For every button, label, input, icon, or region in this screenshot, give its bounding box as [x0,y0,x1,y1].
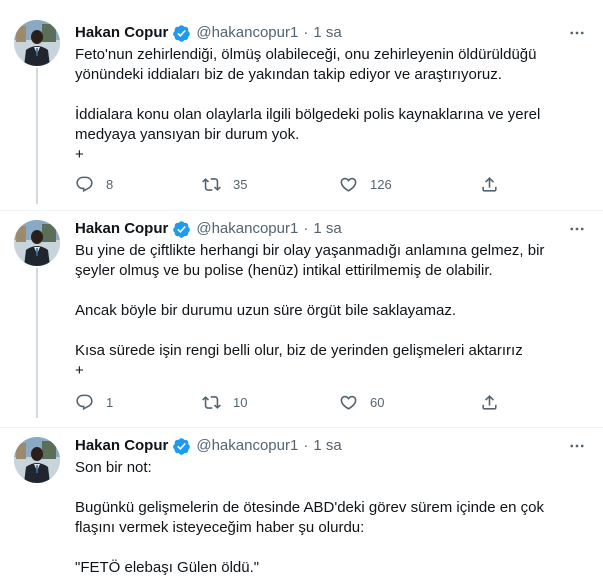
tweet-line: Feto'nun zehirlendiği, ölmüş olabileceği… [75,46,537,63]
like-button[interactable]: 60 [339,393,384,412]
reply-count: 1 [106,395,114,410]
reply-icon [76,176,93,193]
handle[interactable]: @hakancopur1 [196,23,298,43]
tweet-line: Kısa sürede işin rengi belli olur, biz d… [75,342,523,359]
tweet-line: Ancak böyle bir durumu uzun süre örgüt b… [75,302,457,319]
tweet-text: Son bir not: Bugünkü gelişmelerin de öte… [75,458,585,578]
display-name[interactable]: Hakan Copur [75,219,168,239]
verified-badge-icon [173,437,191,455]
avatar-image [14,437,60,483]
avatar[interactable] [14,437,60,483]
like-count: 126 [370,177,392,192]
like-button[interactable]: 126 [339,175,392,194]
tweet-2[interactable]: Hakan Copur @hakancopur1 · 1 sa Bu yine … [0,211,603,427]
reply-button[interactable]: 8 [75,175,113,194]
timestamp[interactable]: 1 sa [313,219,341,239]
like-count: 60 [370,395,385,410]
tweet-line: Bu yine de çiftlikte herhangi bir olay y… [75,242,545,259]
retweet-button[interactable]: 10 [202,393,247,412]
timestamp[interactable]: 1 sa [313,23,341,43]
tweet-text: Feto'nun zehirlendiği, ölmüş olabileceği… [75,45,585,165]
tweet-line: İddialara konu olan olaylarla ilgili böl… [75,106,541,123]
more-options-icon[interactable] [567,436,587,456]
retweet-count: 10 [233,395,248,410]
tweet-1[interactable]: Hakan Copur @hakancopur1 · 1 sa Feto'nun… [0,0,603,210]
more-options-icon[interactable] [567,219,587,239]
tweet-line: + [75,362,84,379]
avatar-image [14,20,60,66]
tweet-line: flaşını vermek isteyeceğim haber şu olur… [75,519,365,536]
avatar[interactable] [14,220,60,266]
separator-dot: · [303,220,309,237]
handle[interactable]: @hakancopur1 [196,436,298,456]
retweet-button[interactable]: 35 [202,175,247,194]
tweet-line: Bugünkü gelişmelerin de ötesinde ABD'dek… [75,499,544,516]
retweet-count: 35 [233,177,248,192]
tweet-line: "FETÖ elebaşı Gülen öldü." [75,559,260,576]
heart-icon [340,177,357,192]
retweet-icon [202,178,221,191]
reply-count: 8 [106,177,114,192]
tweet-3[interactable]: Hakan Copur @hakancopur1 · 1 sa Son bir … [0,428,603,585]
tweet-line: + [75,146,84,163]
verified-badge-icon [173,24,191,42]
separator-dot: · [303,437,309,454]
tweet-line: şeyler olmuş ve bu polise (henüz) intika… [75,262,493,279]
share-button[interactable] [480,393,499,412]
tweet-line: yönündeki iddiaları biz de yakından taki… [75,66,502,83]
share-icon [482,395,497,410]
display-name[interactable]: Hakan Copur [75,23,168,43]
timestamp[interactable]: 1 sa [313,436,341,456]
share-button[interactable] [480,175,499,194]
share-icon [482,177,497,192]
verified-badge-icon [173,220,191,238]
reply-button[interactable]: 1 [75,393,113,412]
tweet-line: Son bir not: [75,459,152,476]
avatar-image [14,220,60,266]
avatar[interactable] [14,20,60,66]
retweet-icon [202,396,221,409]
more-options-icon[interactable] [567,23,587,43]
heart-icon [340,395,357,410]
separator-dot: · [303,24,309,41]
tweet-text: Bu yine de çiftlikte herhangi bir olay y… [75,241,585,381]
handle[interactable]: @hakancopur1 [196,219,298,239]
reply-icon [76,394,93,411]
tweet-line: medyaya yansıyan bir durum yok. [75,126,300,143]
display-name[interactable]: Hakan Copur [75,436,168,456]
